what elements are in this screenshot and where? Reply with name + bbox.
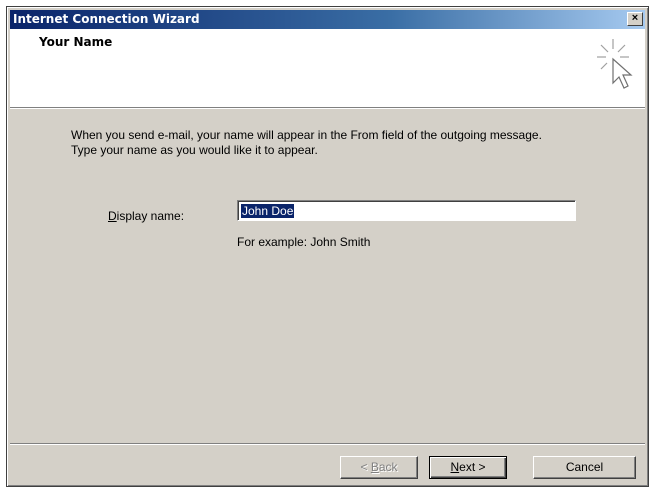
next-mnemonic: N — [450, 460, 460, 474]
instruction-line-2: Type your name as you would like it to a… — [71, 143, 318, 157]
wizard-header: Your Name — [10, 29, 645, 108]
back-button[interactable]: < Back — [340, 456, 418, 479]
title-bar[interactable]: Internet Connection Wizard × — [10, 10, 645, 29]
display-name-label-text: isplay name: — [116, 209, 185, 223]
back-prefix: < — [360, 460, 371, 474]
back-label: ack — [378, 460, 398, 474]
cancel-button[interactable]: Cancel — [533, 456, 636, 479]
button-separator — [10, 443, 645, 445]
page-title: Your Name — [39, 35, 113, 49]
display-name-label: Display name: — [108, 209, 184, 223]
instruction-text: When you send e-mail, your name will app… — [71, 128, 631, 158]
next-label: ext > — [459, 460, 486, 474]
wizard-cursor-icon — [597, 39, 633, 89]
display-name-value: John Doe — [241, 204, 295, 218]
example-hint: For example: John Smith — [237, 235, 371, 249]
display-name-input[interactable]: John Doe — [237, 200, 576, 221]
close-icon: × — [631, 12, 639, 24]
instruction-line-1: When you send e-mail, your name will app… — [71, 128, 542, 142]
display-name-mnemonic: D — [108, 209, 117, 223]
next-button[interactable]: Next > — [429, 456, 507, 479]
wizard-window: Internet Connection Wizard × Your Name W… — [6, 6, 649, 487]
close-button[interactable]: × — [627, 12, 643, 26]
back-mnemonic: B — [370, 460, 379, 474]
window-title: Internet Connection Wizard — [13, 12, 200, 26]
